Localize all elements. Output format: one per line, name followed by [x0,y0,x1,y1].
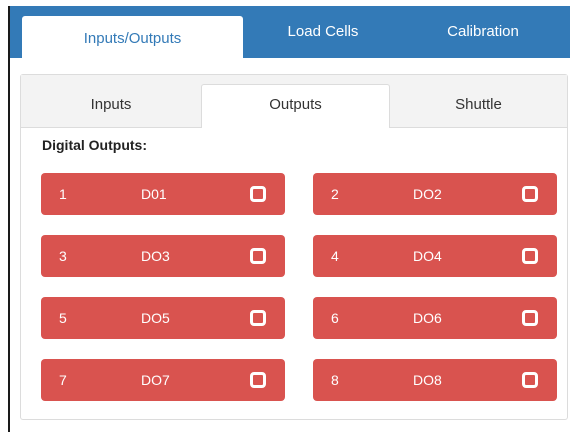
output-name: DO2 [413,186,442,202]
output-number: 7 [59,372,67,388]
square-outline-icon [250,248,266,264]
sub-tab-bar: Inputs Outputs Shuttle [21,75,567,128]
tab-inputs-outputs[interactable]: Inputs/Outputs [22,16,243,64]
output-name: DO7 [141,372,170,388]
output-name: DO6 [413,310,442,326]
tab-calibration[interactable]: Calibration [403,6,563,58]
tab-load-cells[interactable]: Load Cells [243,6,403,58]
subtab-inputs[interactable]: Inputs [21,85,201,127]
output-name: D01 [141,186,167,202]
square-outline-icon [522,372,538,388]
square-outline-icon [250,186,266,202]
output-name: DO5 [141,310,170,326]
top-tab-bar: Inputs/Outputs Load Cells Calibration [10,6,570,64]
digital-output-button-6[interactable]: 6 DO6 [313,297,557,339]
output-number: 8 [331,372,339,388]
square-outline-icon [522,310,538,326]
output-number: 1 [59,186,67,202]
output-number: 4 [331,248,339,264]
digital-output-button-3[interactable]: 3 DO3 [41,235,285,277]
square-outline-icon [522,186,538,202]
tab-panel: Inputs Outputs Shuttle Digital Outputs: … [20,74,568,420]
output-number: 2 [331,186,339,202]
square-outline-icon [250,310,266,326]
subtab-outputs[interactable]: Outputs [201,84,390,128]
output-number: 3 [59,248,67,264]
square-outline-icon [250,372,266,388]
digital-output-button-7[interactable]: 7 DO7 [41,359,285,401]
subtab-shuttle[interactable]: Shuttle [390,85,567,127]
digital-output-button-4[interactable]: 4 DO4 [313,235,557,277]
output-number: 5 [59,310,67,326]
digital-output-button-8[interactable]: 8 DO8 [313,359,557,401]
output-name: DO4 [413,248,442,264]
digital-output-button-2[interactable]: 2 DO2 [313,173,557,215]
section-title: Digital Outputs: [42,137,147,153]
square-outline-icon [522,248,538,264]
output-name: DO3 [141,248,170,264]
output-number: 6 [331,310,339,326]
digital-output-button-5[interactable]: 5 DO5 [41,297,285,339]
output-name: DO8 [413,372,442,388]
digital-output-button-1[interactable]: 1 D01 [41,173,285,215]
